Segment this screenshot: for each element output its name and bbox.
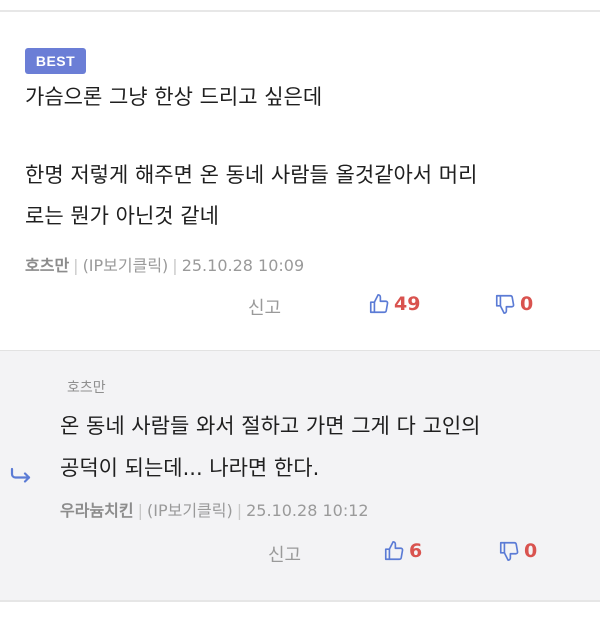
comment-text-line: 한명 저렇게 해주면 온 동네 사람들 올것같아서 머리 (25, 163, 478, 187)
bottom-divider (0, 600, 600, 625)
thumbs-up-icon (383, 540, 405, 562)
reply-to-author: 호츠만 (67, 380, 106, 396)
author-name[interactable]: 우라늄치킨 (60, 501, 134, 520)
like-button[interactable]: 49 (368, 293, 420, 315)
like-count: 49 (394, 293, 421, 315)
thumbs-up-icon (368, 293, 390, 315)
reply-arrow-icon (10, 467, 32, 487)
like-count: 6 (409, 540, 423, 562)
meta-separator: | (73, 256, 79, 275)
author-name[interactable]: 호츠만 (25, 256, 69, 275)
meta-separator: | (236, 501, 243, 520)
comment-text-line: 로는 뭔가 아닌것 같네 (25, 204, 219, 228)
report-button[interactable]: 신고 (248, 294, 281, 320)
ip-view-link[interactable]: (IP보기클릭) (83, 256, 169, 275)
dislike-button[interactable]: 0 (498, 540, 537, 562)
meta-separator: | (137, 501, 143, 520)
comment-text-line: 가슴으론 그냥 한상 드리고 싶은데 (25, 85, 323, 109)
thumbs-down-icon (498, 540, 520, 562)
top-divider (0, 0, 600, 12)
dislike-count: 0 (524, 540, 538, 562)
comment-text-line: 공덕이 되는데... 나라면 한다. (60, 456, 320, 480)
best-badge: BEST (25, 48, 86, 74)
comment-text-line: 온 동네 사람들 와서 절하고 가면 그게 다 고인의 (60, 414, 481, 438)
timestamp: 25.10.28 10:12 (246, 501, 369, 520)
dislike-count: 0 (520, 293, 534, 315)
comment-meta: 우라늄치킨 | (IP보기클릭) | 25.10.28 10:12 (60, 497, 369, 521)
ip-view-link[interactable]: (IP보기클릭) (147, 501, 233, 520)
dislike-button[interactable]: 0 (494, 293, 533, 315)
best-comment: BEST 가슴으론 그냥 한상 드리고 싶은데 한명 저렇게 해주면 온 동네 … (0, 14, 600, 350)
comment-meta: 호츠만 | (IP보기클릭) | 25.10.28 10:09 (25, 252, 304, 276)
reply-comment: 호츠만 온 동네 사람들 와서 절하고 가면 그게 다 고인의 공덕이 되는데.… (0, 350, 600, 600)
thumbs-down-icon (494, 293, 516, 315)
like-button[interactable]: 6 (383, 540, 422, 562)
report-button[interactable]: 신고 (268, 541, 301, 567)
timestamp: 25.10.28 10:09 (181, 256, 305, 275)
meta-separator: | (172, 256, 178, 275)
